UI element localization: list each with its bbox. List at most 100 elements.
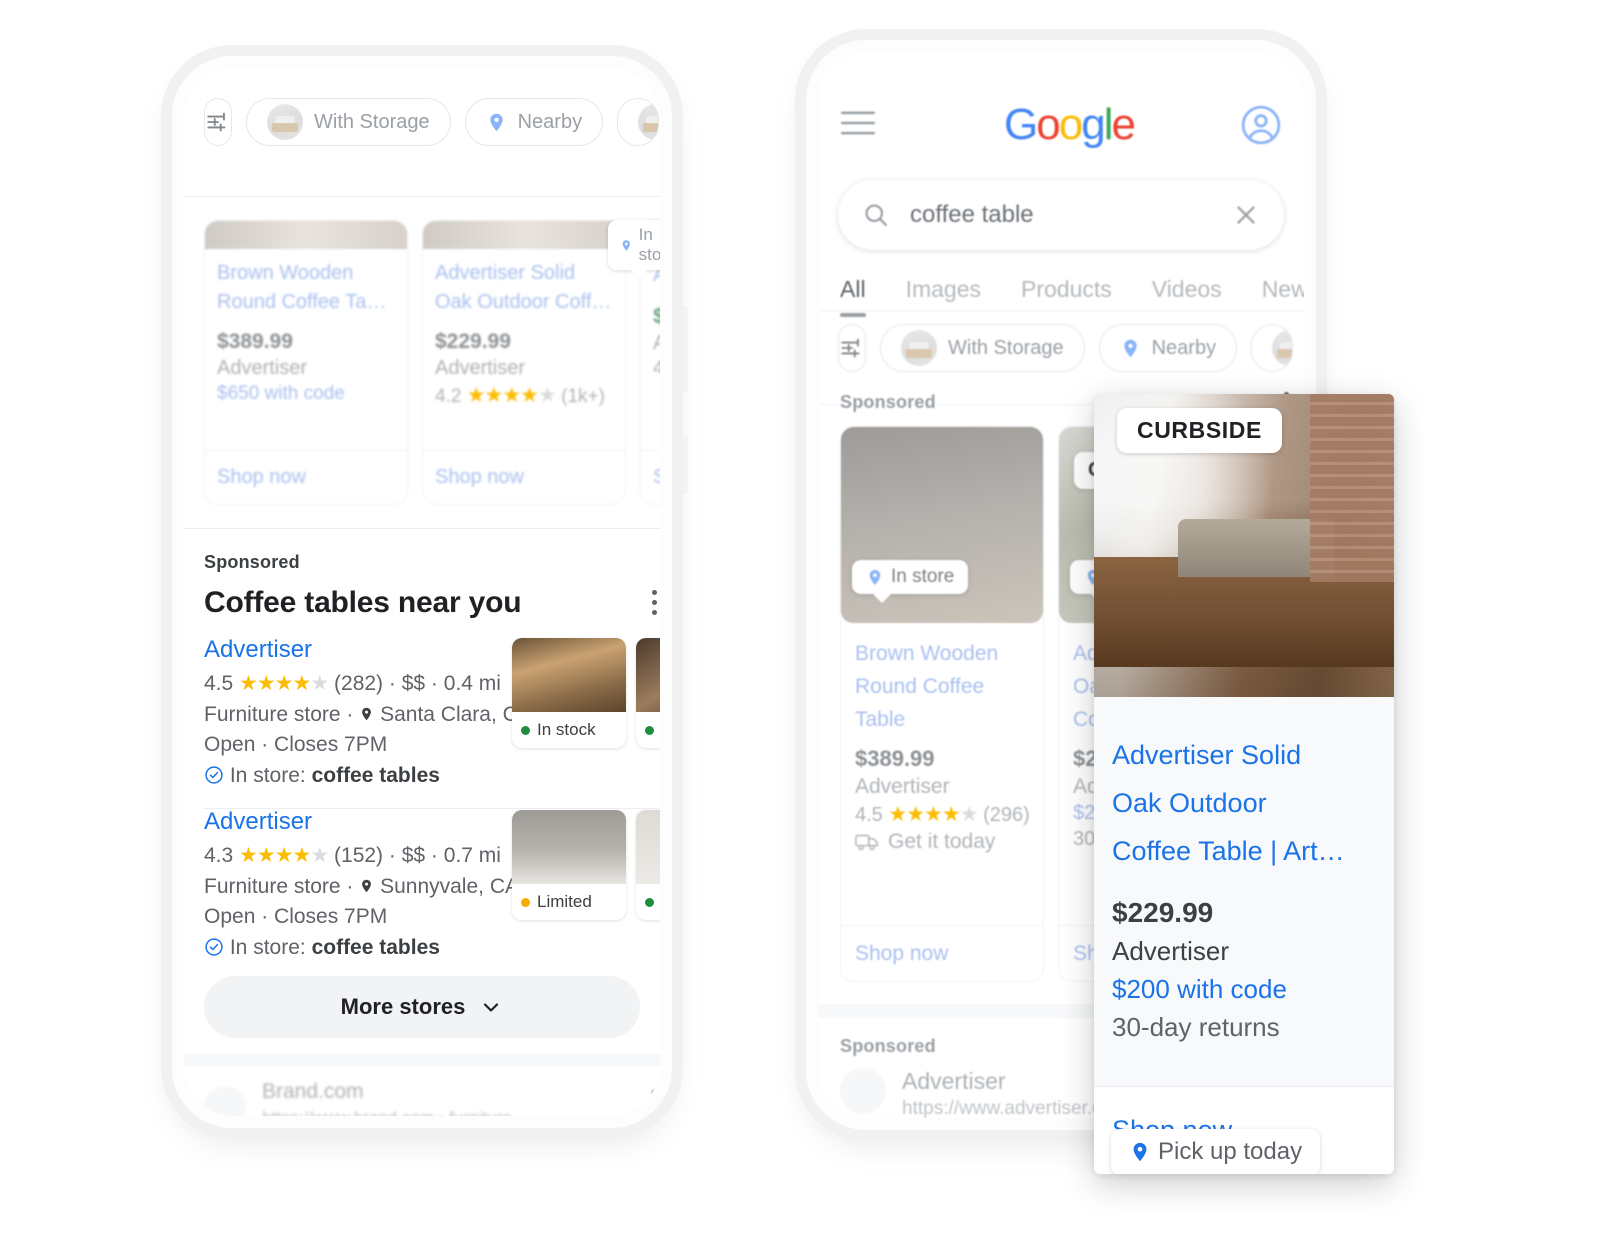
product-price: $389.99 — [217, 330, 293, 353]
product-cta[interactable]: Shop now — [205, 450, 407, 504]
store-thumb-image — [512, 638, 626, 712]
hamburger-menu-icon[interactable] — [840, 110, 876, 136]
star-rating-icon: ★★★★★ — [239, 672, 329, 695]
product-shipping: Get it today — [855, 830, 1029, 854]
store-meta-2: 4.3 ★★★★★ (152) · $$ · 0.7 mi — [204, 844, 501, 867]
store-thumb-image — [512, 810, 626, 884]
product-promo: $650 with code — [217, 383, 345, 404]
filter-chip-nearby[interactable]: Nearby — [464, 98, 604, 146]
logo-letter: o — [1058, 100, 1084, 149]
hero-title-line[interactable]: Advertiser Solid — [1112, 731, 1376, 779]
more-stores-label: More stores — [340, 994, 466, 1019]
left-phone-screen: With Storage Nearby R — [184, 68, 660, 1116]
product-merchant: Advertiser — [217, 357, 308, 379]
stock-label — [636, 884, 660, 920]
store-thumb-image — [636, 810, 660, 884]
logo-letter: o — [1036, 100, 1061, 149]
review-count: (152) — [334, 844, 384, 867]
product-card-left-2[interactable]: Advertiser Solid Oak Outdoor Coff… $229.… — [422, 220, 626, 505]
site-favicon — [840, 1068, 886, 1114]
site-favicon — [204, 1086, 246, 1116]
store-thumb-1[interactable]: In stock — [512, 638, 626, 748]
hero-title-line[interactable]: Coffee Table | Art… — [1112, 827, 1376, 875]
star-rating-icon: ★★★★★ — [888, 803, 978, 826]
close-icon[interactable] — [1232, 201, 1260, 229]
chevron-down-icon — [484, 1003, 499, 1012]
sponsored-label-left: Sponsored — [204, 552, 300, 572]
in-store-badge-left: In store — [608, 220, 660, 278]
store-instock-line-1: In store: coffee tables — [204, 760, 440, 792]
store-name-2[interactable]: Advertiser — [204, 808, 312, 836]
tab-products[interactable]: Products — [1021, 276, 1112, 303]
store-thumb-1-next[interactable] — [636, 638, 660, 748]
product-card-right-1[interactable]: Brown Wooden Round Coffee Table $389.99 … — [840, 426, 1044, 982]
product-cta[interactable]: Shop now — [423, 450, 625, 504]
product-cta[interactable]: Shop now — [841, 925, 1043, 981]
search-input[interactable]: coffee table — [910, 201, 1212, 229]
hero-product-image: CURBSIDE — [1094, 394, 1394, 697]
product-card-left-1[interactable]: Brown Wooden Round Coffee Ta… $389.99 Ad… — [204, 220, 408, 505]
in-store-badge-right-1: In store — [852, 560, 969, 603]
tune-icon — [207, 112, 226, 132]
tab-news[interactable]: News — [1262, 276, 1304, 303]
tab-videos[interactable]: Videos — [1152, 276, 1222, 303]
filter-chip-label: With Storage — [948, 336, 1064, 359]
product-rating: 4 — [653, 358, 660, 380]
more-stores-button[interactable]: More stores — [204, 976, 640, 1038]
store-category-1: Furniture store · Santa Clara, CA — [204, 703, 532, 726]
rating-value: 4.2 — [435, 386, 462, 407]
location-pin-icon — [362, 707, 372, 721]
search-icon — [865, 204, 888, 227]
logo-letter: G — [1004, 100, 1038, 149]
product-cta[interactable]: S — [641, 450, 660, 504]
rating-value: 4.5 — [855, 804, 883, 826]
filter-tune-button-right[interactable] — [838, 324, 866, 372]
filter-chip-row-left: With Storage Nearby R — [184, 98, 660, 146]
stock-label-1: In stock — [512, 712, 626, 748]
store-thumb-2-next[interactable] — [636, 810, 660, 920]
divider — [184, 196, 660, 197]
hero-title-line[interactable]: Oak Outdoor — [1112, 779, 1376, 827]
organic-kebab-menu-icon[interactable] — [652, 1090, 657, 1116]
store-hours-2: Open · Closes 7PM — [204, 905, 388, 928]
local-pack-title: Coffee tables near you — [204, 586, 522, 619]
in-store-term: coffee tables — [311, 764, 440, 787]
filter-chip-label: Nearby — [1151, 336, 1217, 359]
phone-side-button-power[interactable] — [682, 436, 688, 494]
hero-returns: 30-day returns — [1112, 1012, 1280, 1042]
stock-label — [636, 712, 660, 748]
in-store-prefix: In store: — [229, 936, 306, 959]
organic-site-name: Brand.com — [262, 1080, 364, 1103]
filter-chip-rectangular[interactable]: R — [617, 98, 660, 146]
hero-product-card[interactable]: CURBSIDE Pick up today Advertiser Solid … — [1094, 394, 1394, 1174]
store-location: Sunnyvale, CA — [380, 875, 519, 898]
filter-chip-nearby-right[interactable]: Nearby — [1098, 324, 1238, 372]
filter-chip-label: Nearby — [517, 110, 583, 133]
star-rating-icon: ★★★★★ — [466, 384, 557, 407]
store-instock-line-2: In store: coffee tables — [204, 932, 440, 964]
account-circle-icon[interactable] — [1240, 104, 1282, 146]
filter-chip-with-storage-right[interactable]: With Storage — [880, 324, 1085, 372]
filter-chip-rectangular-right[interactable]: Rect — [1251, 324, 1294, 372]
star-rating-icon: ★★★★★ — [239, 844, 329, 867]
store-location: Santa Clara, CA — [380, 703, 532, 726]
product-merchant: Advertiser — [435, 357, 526, 379]
store-thumb-2[interactable]: Limited — [512, 810, 626, 920]
price-level: $$ — [401, 844, 426, 867]
hero-price: $229.99 — [1112, 897, 1214, 928]
tab-all[interactable]: All — [840, 276, 866, 317]
product-thumb-icon — [901, 330, 937, 366]
hero-promo[interactable]: $200 with code — [1112, 974, 1376, 1005]
check-circle-icon — [205, 938, 223, 956]
filter-chip-with-storage[interactable]: With Storage — [246, 98, 451, 146]
brick-wall-shape — [1310, 394, 1394, 582]
local-pack-kebab-menu-icon[interactable] — [652, 590, 657, 620]
product-title: Advertiser Solid Oak Outdoor Coff… — [435, 262, 612, 313]
tab-images[interactable]: Images — [906, 276, 981, 303]
review-count: (296) — [983, 804, 1030, 826]
filter-tune-button[interactable] — [204, 98, 232, 146]
search-bar[interactable]: coffee table — [838, 180, 1284, 250]
phone-side-button-volume[interactable] — [682, 306, 688, 392]
store-name-1[interactable]: Advertiser — [204, 636, 312, 664]
tune-icon — [841, 338, 860, 358]
